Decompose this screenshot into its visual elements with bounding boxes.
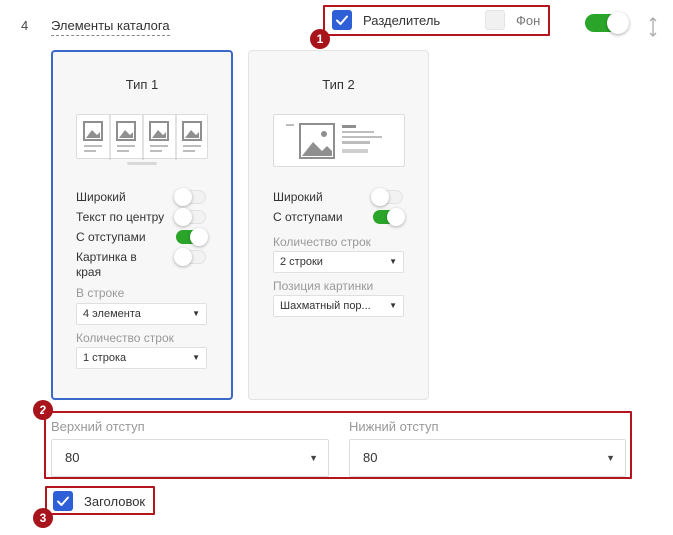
- type2-wide-label: Широкий: [273, 190, 323, 204]
- type1-preview-scrollbar: [127, 162, 157, 165]
- chevron-down-icon: ▼: [192, 353, 200, 362]
- type1-rows-label: Количество строк: [76, 331, 174, 345]
- chevron-down-icon: ▼: [606, 453, 615, 463]
- heading-checkbox[interactable]: [53, 491, 73, 511]
- type2-padding-label: С отступами: [273, 210, 343, 224]
- type1-wide-label: Широкий: [76, 190, 126, 204]
- bottom-padding-label: Нижний отступ: [349, 419, 439, 434]
- type2-image-pos-value: Шахматный пор...: [280, 300, 371, 312]
- type1-image-edges-toggle[interactable]: [174, 248, 206, 266]
- type1-padding-label: С отступами: [76, 230, 146, 244]
- divider-checkbox[interactable]: [332, 10, 352, 30]
- badge-1: 1: [310, 29, 330, 49]
- type2-preview-image: [273, 114, 405, 167]
- type1-padding-toggle[interactable]: [176, 228, 208, 246]
- type1-center-text-label: Текст по центру: [76, 210, 165, 224]
- type1-per-row-label: В строке: [76, 286, 125, 300]
- type1-wide-toggle[interactable]: [174, 188, 206, 206]
- top-padding-value: 80: [65, 450, 80, 465]
- chevron-down-icon: ▼: [389, 301, 397, 310]
- type1-rows-value: 1 строка: [83, 352, 127, 364]
- type2-rows-label: Количество строк: [273, 235, 371, 249]
- chevron-down-icon: ▼: [309, 453, 318, 463]
- divider-label: Разделитель: [363, 13, 441, 28]
- type1-preview-image: [76, 114, 208, 160]
- type2-title: Тип 2: [322, 77, 355, 92]
- type2-rows-select[interactable]: 2 строки ▼: [273, 251, 404, 273]
- heading-label: Заголовок: [84, 494, 146, 509]
- type2-padding-toggle[interactable]: [373, 208, 405, 226]
- type2-image-pos-label: Позиция картинки: [273, 279, 374, 293]
- badge-3: 3: [33, 508, 53, 528]
- top-padding-select[interactable]: 80 ▼: [51, 439, 329, 477]
- background-label: Фон: [516, 13, 541, 28]
- type1-per-row-select[interactable]: 4 элемента ▼: [76, 303, 207, 325]
- bottom-padding-value: 80: [363, 450, 378, 465]
- type1-title: Тип 1: [125, 77, 159, 92]
- bottom-padding-select[interactable]: 80 ▼: [349, 439, 626, 477]
- chevron-down-icon: ▼: [389, 257, 397, 266]
- top-padding-label: Верхний отступ: [51, 419, 145, 434]
- type1-rows-select[interactable]: 1 строка ▼: [76, 347, 207, 369]
- type2-rows-value: 2 строки: [280, 256, 323, 268]
- section-visibility-toggle[interactable]: [585, 12, 629, 34]
- type2-card[interactable]: [248, 50, 429, 400]
- drag-handle-icon[interactable]: [648, 16, 658, 38]
- chevron-down-icon: ▼: [192, 309, 200, 318]
- section-title[interactable]: Элементы каталога: [51, 18, 170, 36]
- type1-per-row-value: 4 элемента: [83, 308, 141, 320]
- type2-wide-toggle[interactable]: [371, 188, 403, 206]
- row-number: 4: [21, 18, 29, 33]
- background-checkbox[interactable]: [485, 10, 505, 30]
- type2-image-pos-select[interactable]: Шахматный пор... ▼: [273, 295, 404, 317]
- type1-center-text-toggle[interactable]: [174, 208, 206, 226]
- type1-image-edges-label: Картинка в края: [76, 250, 137, 279]
